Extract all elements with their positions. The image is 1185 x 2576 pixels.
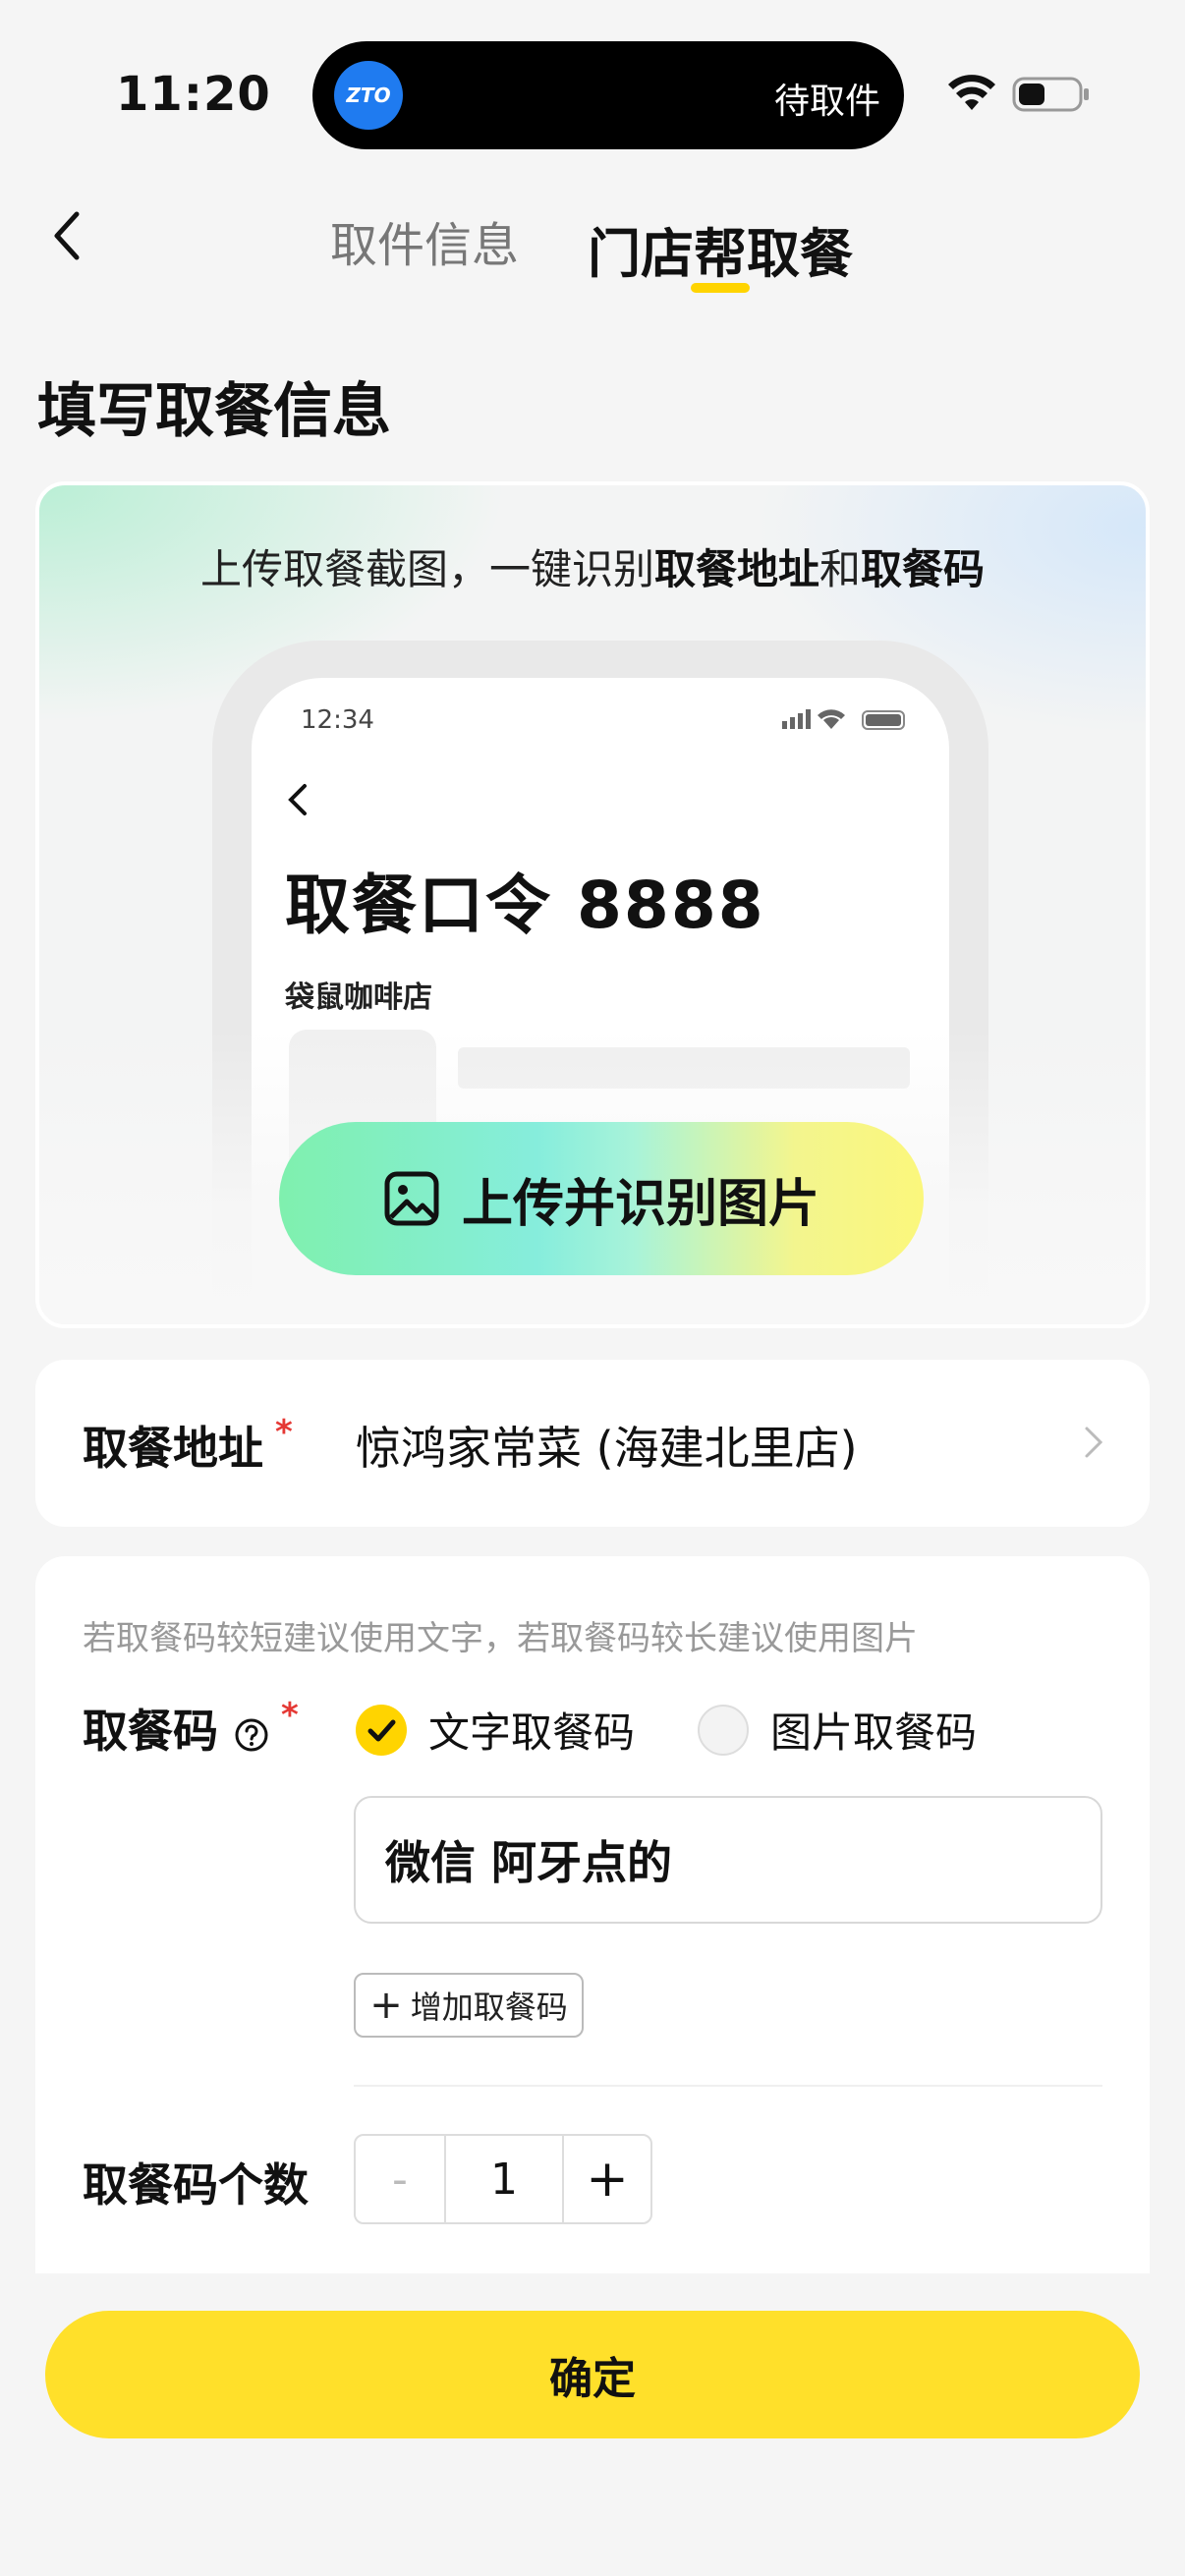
upload-hint: 上传取餐截图，一键识别取餐地址和取餐码 bbox=[199, 545, 986, 593]
mock-title: 取餐口令 8888 bbox=[285, 868, 765, 943]
address-label: 取餐地址 * bbox=[83, 1413, 293, 1475]
confirm-button[interactable]: 确定 bbox=[45, 2311, 1140, 2438]
radio-image-label: 图片取餐码 bbox=[770, 1708, 978, 1757]
radio-text-label: 文字取餐码 bbox=[428, 1708, 636, 1757]
decrement-button[interactable]: - bbox=[356, 2136, 446, 2222]
status-bar: 11:20 ZTO 待取件 bbox=[0, 0, 1185, 149]
quantity-value[interactable]: 1 bbox=[446, 2136, 564, 2222]
add-code-button[interactable]: + 增加取餐码 bbox=[354, 1973, 584, 2038]
count-label: 取餐码个数 bbox=[83, 2158, 309, 2212]
required-mark: * bbox=[281, 1696, 299, 1735]
upload-recognize-button[interactable]: 上传并识别图片 bbox=[279, 1122, 924, 1275]
zto-logo-icon: ZTO bbox=[334, 61, 403, 130]
address-row[interactable]: 取餐地址 * 惊鸿家常菜 (海建北里店) bbox=[35, 1360, 1150, 1527]
back-button[interactable] bbox=[47, 206, 86, 265]
plus-icon: + bbox=[369, 1983, 403, 2028]
image-icon bbox=[384, 1171, 439, 1226]
mock-shop-name: 袋鼠咖啡店 bbox=[285, 980, 432, 1015]
mock-status-icons bbox=[782, 709, 905, 730]
mock-time: 12:34 bbox=[301, 705, 374, 735]
page-title: 填写取餐信息 bbox=[37, 377, 391, 446]
add-code-label: 增加取餐码 bbox=[410, 1988, 568, 2026]
radio-text-code[interactable]: 文字取餐码 bbox=[356, 1700, 635, 1760]
radio-checked-icon bbox=[356, 1704, 407, 1756]
tab-pickup-info[interactable]: 取件信息 bbox=[330, 206, 519, 275]
required-mark: * bbox=[275, 1413, 293, 1452]
chevron-right-icon bbox=[1085, 1427, 1103, 1458]
pickup-code-input[interactable] bbox=[354, 1796, 1102, 1924]
mock-back-icon bbox=[288, 784, 307, 815]
active-tab-indicator bbox=[691, 283, 750, 293]
battery-icon bbox=[1012, 77, 1089, 112]
increment-button[interactable]: + bbox=[564, 2136, 650, 2222]
address-value: 惊鸿家常菜 (海建北里店) bbox=[356, 1422, 858, 1475]
code-label: 取餐码 * bbox=[83, 1696, 299, 1758]
dynamic-island[interactable]: ZTO 待取件 bbox=[312, 41, 904, 149]
radio-image-code[interactable]: 图片取餐码 bbox=[698, 1700, 977, 1760]
pickup-code-card: 若取餐码较短建议使用文字，若取餐码较长建议使用图片 取餐码 * 文字取餐码 图片… bbox=[35, 1556, 1150, 2273]
quantity-stepper: - 1 + bbox=[354, 2134, 652, 2224]
code-hint: 若取餐码较短建议使用文字，若取餐码较长建议使用图片 bbox=[83, 1619, 918, 1658]
status-time: 11:20 bbox=[116, 67, 271, 122]
help-icon[interactable] bbox=[234, 1717, 269, 1753]
tab-store-pickup[interactable]: 门店帮取餐 bbox=[588, 210, 853, 288]
wifi-icon bbox=[948, 75, 995, 110]
island-status-text: 待取件 bbox=[773, 82, 880, 122]
divider bbox=[354, 2085, 1102, 2087]
upload-card: 上传取餐截图，一键识别取餐地址和取餐码 12:34 取餐口令 8888 袋鼠咖啡… bbox=[35, 481, 1150, 1328]
radio-unchecked-icon bbox=[698, 1704, 749, 1756]
upload-button-label: 上传并识别图片 bbox=[461, 1174, 819, 1234]
